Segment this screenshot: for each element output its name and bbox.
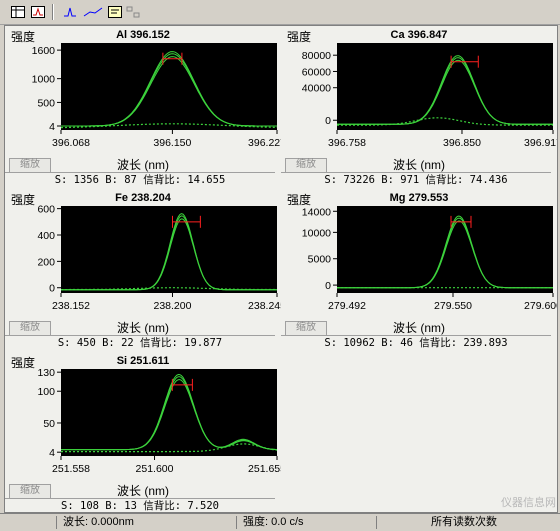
y-tick-label: 1600 <box>32 45 56 57</box>
y-tick-label: 40000 <box>302 83 331 95</box>
x-tick-label: 396.850 <box>443 137 481 149</box>
y-tick-label: 400 <box>37 230 55 242</box>
plot-area <box>337 43 553 130</box>
x-axis-label: 波长 (nm) <box>117 484 169 498</box>
y-tick-label: 130 <box>37 367 55 379</box>
chart-fe: 600 400 200 0 238.152 238.200 238.245 <box>37 204 281 312</box>
y-tick-label: 500 <box>37 97 55 109</box>
chart-panel-al: 强度 Al 396.152 1600 1000 500 4 396.068 396.150 39… <box>5 26 281 189</box>
y-tick-label: 50 <box>43 418 55 430</box>
chart-si: 130 100 50 4 251.558 251.600 251.655 <box>37 367 281 475</box>
x-tick-label: 279.492 <box>328 300 366 312</box>
status-wavelength: 波长: 0.000nm <box>56 516 236 529</box>
table-grid-icon[interactable] <box>10 4 26 19</box>
x-tick-label: 238.152 <box>52 300 90 312</box>
y-tick-label: 600 <box>37 204 55 216</box>
x-tick-label: 238.245 <box>248 300 281 312</box>
stats-line: S: 108 B: 13 信背比: 7.520 <box>5 498 275 513</box>
x-tick-label: 396.150 <box>153 137 191 149</box>
x-axis-label: 波长 (nm) <box>117 158 169 172</box>
stats-line: S: 450 B: 22 信背比: 19.877 <box>5 335 275 350</box>
y-tick-label: 200 <box>37 256 55 268</box>
toolbar-separator <box>52 4 54 20</box>
chart-mg: 14000 10000 5000 0 279.492 279.550 279.600 <box>302 206 557 312</box>
stats-line: S: 73226 B: 971 信背比: 74.436 <box>281 172 551 187</box>
x-tick-label: 279.600 <box>524 300 557 312</box>
x-tick-label: 251.558 <box>52 463 90 475</box>
x-axis-label: 波长 (nm) <box>393 321 445 335</box>
y-tick-label: 14000 <box>302 206 331 218</box>
y-tick-label: 4 <box>49 447 55 459</box>
y-tick-label: 1000 <box>32 74 56 86</box>
x-tick-label: 251.600 <box>136 463 174 475</box>
stats-line: S: 1356 B: 87 信背比: 14.655 <box>5 172 275 187</box>
y-tick-label: 80000 <box>302 50 331 62</box>
chart-panel-fe: 强度 Fe 238.204 600 400 200 0 238.152 238.200 238.… <box>5 189 281 352</box>
peak-overlay-icon[interactable] <box>62 4 78 19</box>
y-tick-label: 0 <box>49 283 55 295</box>
y-tick-label: 60000 <box>302 66 331 78</box>
x-tick-label: 396.917 <box>524 137 557 149</box>
edit-icon[interactable] <box>107 4 123 19</box>
status-reads: 所有读数次数 <box>376 516 560 529</box>
plot-area <box>61 369 277 456</box>
x-tick-label: 396.068 <box>52 137 90 149</box>
y-tick-label: 5000 <box>308 254 332 266</box>
x-tick-label: 279.550 <box>434 300 472 312</box>
y-tick-label: 100 <box>37 386 55 398</box>
x-tick-label: 396.758 <box>328 137 366 149</box>
y-tick-label: 4 <box>49 121 55 133</box>
layout-icon[interactable] <box>125 4 141 19</box>
y-tick-label: 0 <box>325 115 331 127</box>
status-intensity: 强度: 0.0 c/s <box>236 516 376 529</box>
line-icon[interactable] <box>82 4 104 19</box>
chart-panel-si: 强度 Si 251.611 130 100 50 4 251.558 251.600 251.6… <box>5 352 281 515</box>
x-tick-label: 238.200 <box>153 300 191 312</box>
spectrum-icon[interactable] <box>30 4 46 19</box>
watermark: 仪器信息网 <box>501 497 556 509</box>
spectra-panel-area: 强度 Al 396.152 1600 1000 500 4 396.068 396.150 39… <box>4 25 558 513</box>
chart-panel-mg: 强度 Mg 279.553 14000 10000 5000 0 279.492 279.55… <box>281 189 557 352</box>
x-tick-label: 251.655 <box>248 463 281 475</box>
status-bar: 波长: 0.000nm 强度: 0.0 c/s 所有读数次数 <box>0 513 560 531</box>
chart-panel-ca: 强度 Ca 396.847 80000 60000 40000 0 396.758 396.8… <box>281 26 557 189</box>
toolbar <box>0 0 560 25</box>
y-tick-label: 10000 <box>302 227 331 239</box>
stats-line: S: 10962 B: 46 信背比: 239.893 <box>281 335 551 350</box>
x-axis-label: 波长 (nm) <box>117 321 169 335</box>
y-tick-label: 0 <box>325 280 331 292</box>
chart-ca: 80000 60000 40000 0 396.758 396.850 396.917 <box>302 43 557 149</box>
x-tick-label: 396.227 <box>248 137 281 149</box>
chart-al: 1600 1000 500 4 396.068 396.150 396.227 <box>32 43 281 149</box>
x-axis-label: 波长 (nm) <box>393 158 445 172</box>
plot-area <box>61 43 277 130</box>
